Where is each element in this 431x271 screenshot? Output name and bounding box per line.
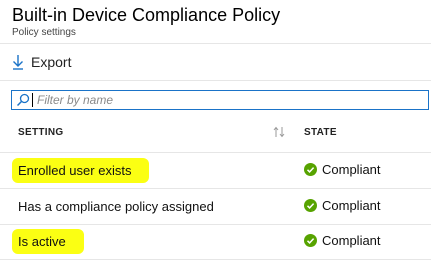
row-divider bbox=[0, 224, 431, 225]
export-button[interactable]: Export bbox=[12, 52, 71, 72]
column-header-state[interactable]: STATE bbox=[304, 127, 337, 138]
state-label: Compliant bbox=[322, 198, 381, 213]
table-row-state: Compliant bbox=[304, 162, 381, 177]
table-row-state: Compliant bbox=[304, 233, 381, 248]
table-row-state: Compliant bbox=[304, 198, 381, 213]
table-row-setting[interactable]: Is active bbox=[12, 229, 84, 254]
row-divider bbox=[0, 259, 431, 260]
state-label: Compliant bbox=[322, 162, 381, 177]
check-circle-icon bbox=[304, 234, 317, 247]
table-row-setting[interactable]: Enrolled user exists bbox=[12, 158, 150, 183]
state-label: Compliant bbox=[322, 233, 381, 248]
page-title: Built-in Device Compliance Policy bbox=[12, 5, 281, 25]
divider bbox=[0, 43, 431, 44]
table-row-setting[interactable]: Has a compliance policy assigned bbox=[18, 198, 214, 216]
highlight-mark: Is active bbox=[12, 229, 84, 254]
divider bbox=[0, 80, 431, 81]
filter-box[interactable] bbox=[11, 90, 429, 110]
sort-arrows-icon[interactable] bbox=[272, 125, 286, 138]
check-circle-icon bbox=[304, 163, 317, 176]
highlight-mark: Enrolled user exists bbox=[12, 158, 150, 183]
export-label: Export bbox=[31, 54, 72, 70]
filter-input[interactable] bbox=[33, 92, 428, 108]
download-arrow-icon bbox=[12, 54, 24, 70]
search-icon bbox=[16, 93, 30, 107]
row-divider bbox=[0, 152, 431, 153]
row-divider bbox=[0, 188, 431, 189]
check-circle-icon bbox=[304, 199, 317, 212]
blade-header: Built-in Device Compliance Policy Policy… bbox=[12, 2, 280, 39]
page-subtitle: Policy settings bbox=[12, 27, 76, 38]
column-header-setting[interactable]: SETTING bbox=[18, 127, 63, 138]
